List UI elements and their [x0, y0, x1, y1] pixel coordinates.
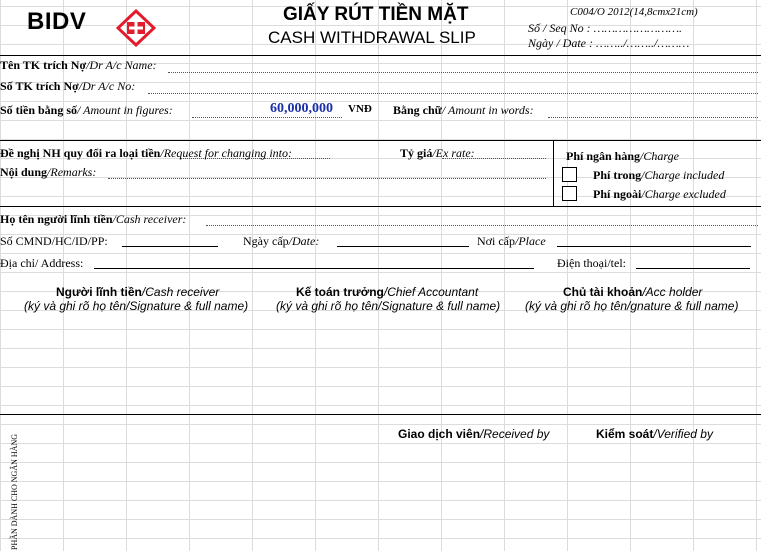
account-no-field[interactable]	[148, 93, 758, 94]
signature-receiver-title: Người lĩnh tiền/Cash receiver	[56, 285, 220, 299]
remarks-field[interactable]	[108, 178, 546, 179]
signature-receiver-note: (ký và ghi rõ họ tên/Signature & full na…	[24, 299, 249, 313]
section-divider-1	[0, 140, 761, 141]
charge-excluded-label: Phí ngoài/Charge excluded	[593, 187, 726, 201]
bank-section-side-label: PHẦN DÀNH CHO NGÂN HÀNG	[10, 434, 19, 550]
title-vn: GIẤY RÚT TIỀN MẶT	[283, 4, 469, 25]
amount-words-field[interactable]	[548, 117, 758, 118]
amount-words-label: Bằng chữ/ Amount in words:	[393, 103, 534, 117]
charge-box-divider	[553, 140, 554, 206]
address-field[interactable]	[94, 268, 534, 269]
receiver-name-label: Họ tên người lĩnh tiền/Cash receiver:	[0, 212, 187, 226]
signature-accountant-note: (ký và ghi rõ họ tên/Signature & full na…	[276, 299, 501, 313]
bidv-logo-icon	[116, 9, 156, 47]
slip-date: Ngày / Date : ……../……../………	[528, 36, 690, 50]
amount-figures-label: Số tiền bằng số/ Amount in figures:	[0, 103, 173, 117]
exchange-rate-label: Tỷ giá/Ex rate:	[400, 146, 475, 160]
signature-holder-title: Chủ tài khoản/Acc holder	[563, 285, 703, 299]
account-name-label: Tên TK trích Nợ/Dr A/c Name:	[0, 58, 157, 72]
bank-section-divider	[0, 414, 761, 415]
verifier-label: Kiểm soát/Verified by	[596, 427, 713, 441]
charge-excluded-checkbox[interactable]	[562, 186, 577, 201]
signature-holder-note: (ký và ghi rõ họ tên/gnature & full name…	[525, 299, 739, 313]
amount-figures-field	[192, 117, 342, 118]
account-name-field[interactable]	[168, 72, 758, 73]
id-no-label: Số CMND/HC/ID/PP:	[0, 234, 108, 248]
receiver-name-field[interactable]	[206, 225, 758, 226]
id-no-field[interactable]	[122, 246, 218, 247]
exchange-request-label: Đề nghị NH quy đổi ra loại tiền/Request …	[0, 146, 293, 160]
issue-date-label: Ngày cấp/Date:	[243, 234, 320, 248]
issue-place-field[interactable]	[557, 246, 751, 247]
account-no-label: Số TK trích Nợ/Dr A/c No:	[0, 79, 136, 93]
header-divider	[0, 55, 761, 56]
remarks-label: Nội dung/Remarks:	[0, 165, 97, 179]
title-en: CASH WITHDRAWAL SLIP	[268, 28, 476, 47]
charge-included-label: Phí trong/Charge included	[593, 168, 725, 182]
form-code: C004/O 2012(14,8cmx21cm)	[570, 6, 698, 18]
issue-date-field[interactable]	[337, 246, 469, 247]
signature-accountant-title: Kế toán trưởng/Chief Accountant	[296, 285, 479, 299]
address-label: Địa chỉ/ Address:	[0, 256, 84, 270]
bank-name: BIDV	[27, 8, 87, 35]
charge-title: Phí ngân hàng/Charge	[566, 149, 679, 163]
seq-no: Số / Seq No : …………………….	[528, 21, 683, 35]
phone-label: Điện thoại/tel:	[557, 256, 626, 270]
charge-included-checkbox[interactable]	[562, 167, 577, 182]
amount-figures-value[interactable]: 60,000,000	[270, 101, 333, 117]
phone-field[interactable]	[636, 268, 750, 269]
issue-place-label: Nơi cấp/Place	[477, 234, 546, 248]
section-divider-2	[0, 206, 761, 207]
teller-label: Giao dịch viên/Received by	[398, 427, 550, 441]
currency-label: VNĐ	[348, 103, 372, 115]
